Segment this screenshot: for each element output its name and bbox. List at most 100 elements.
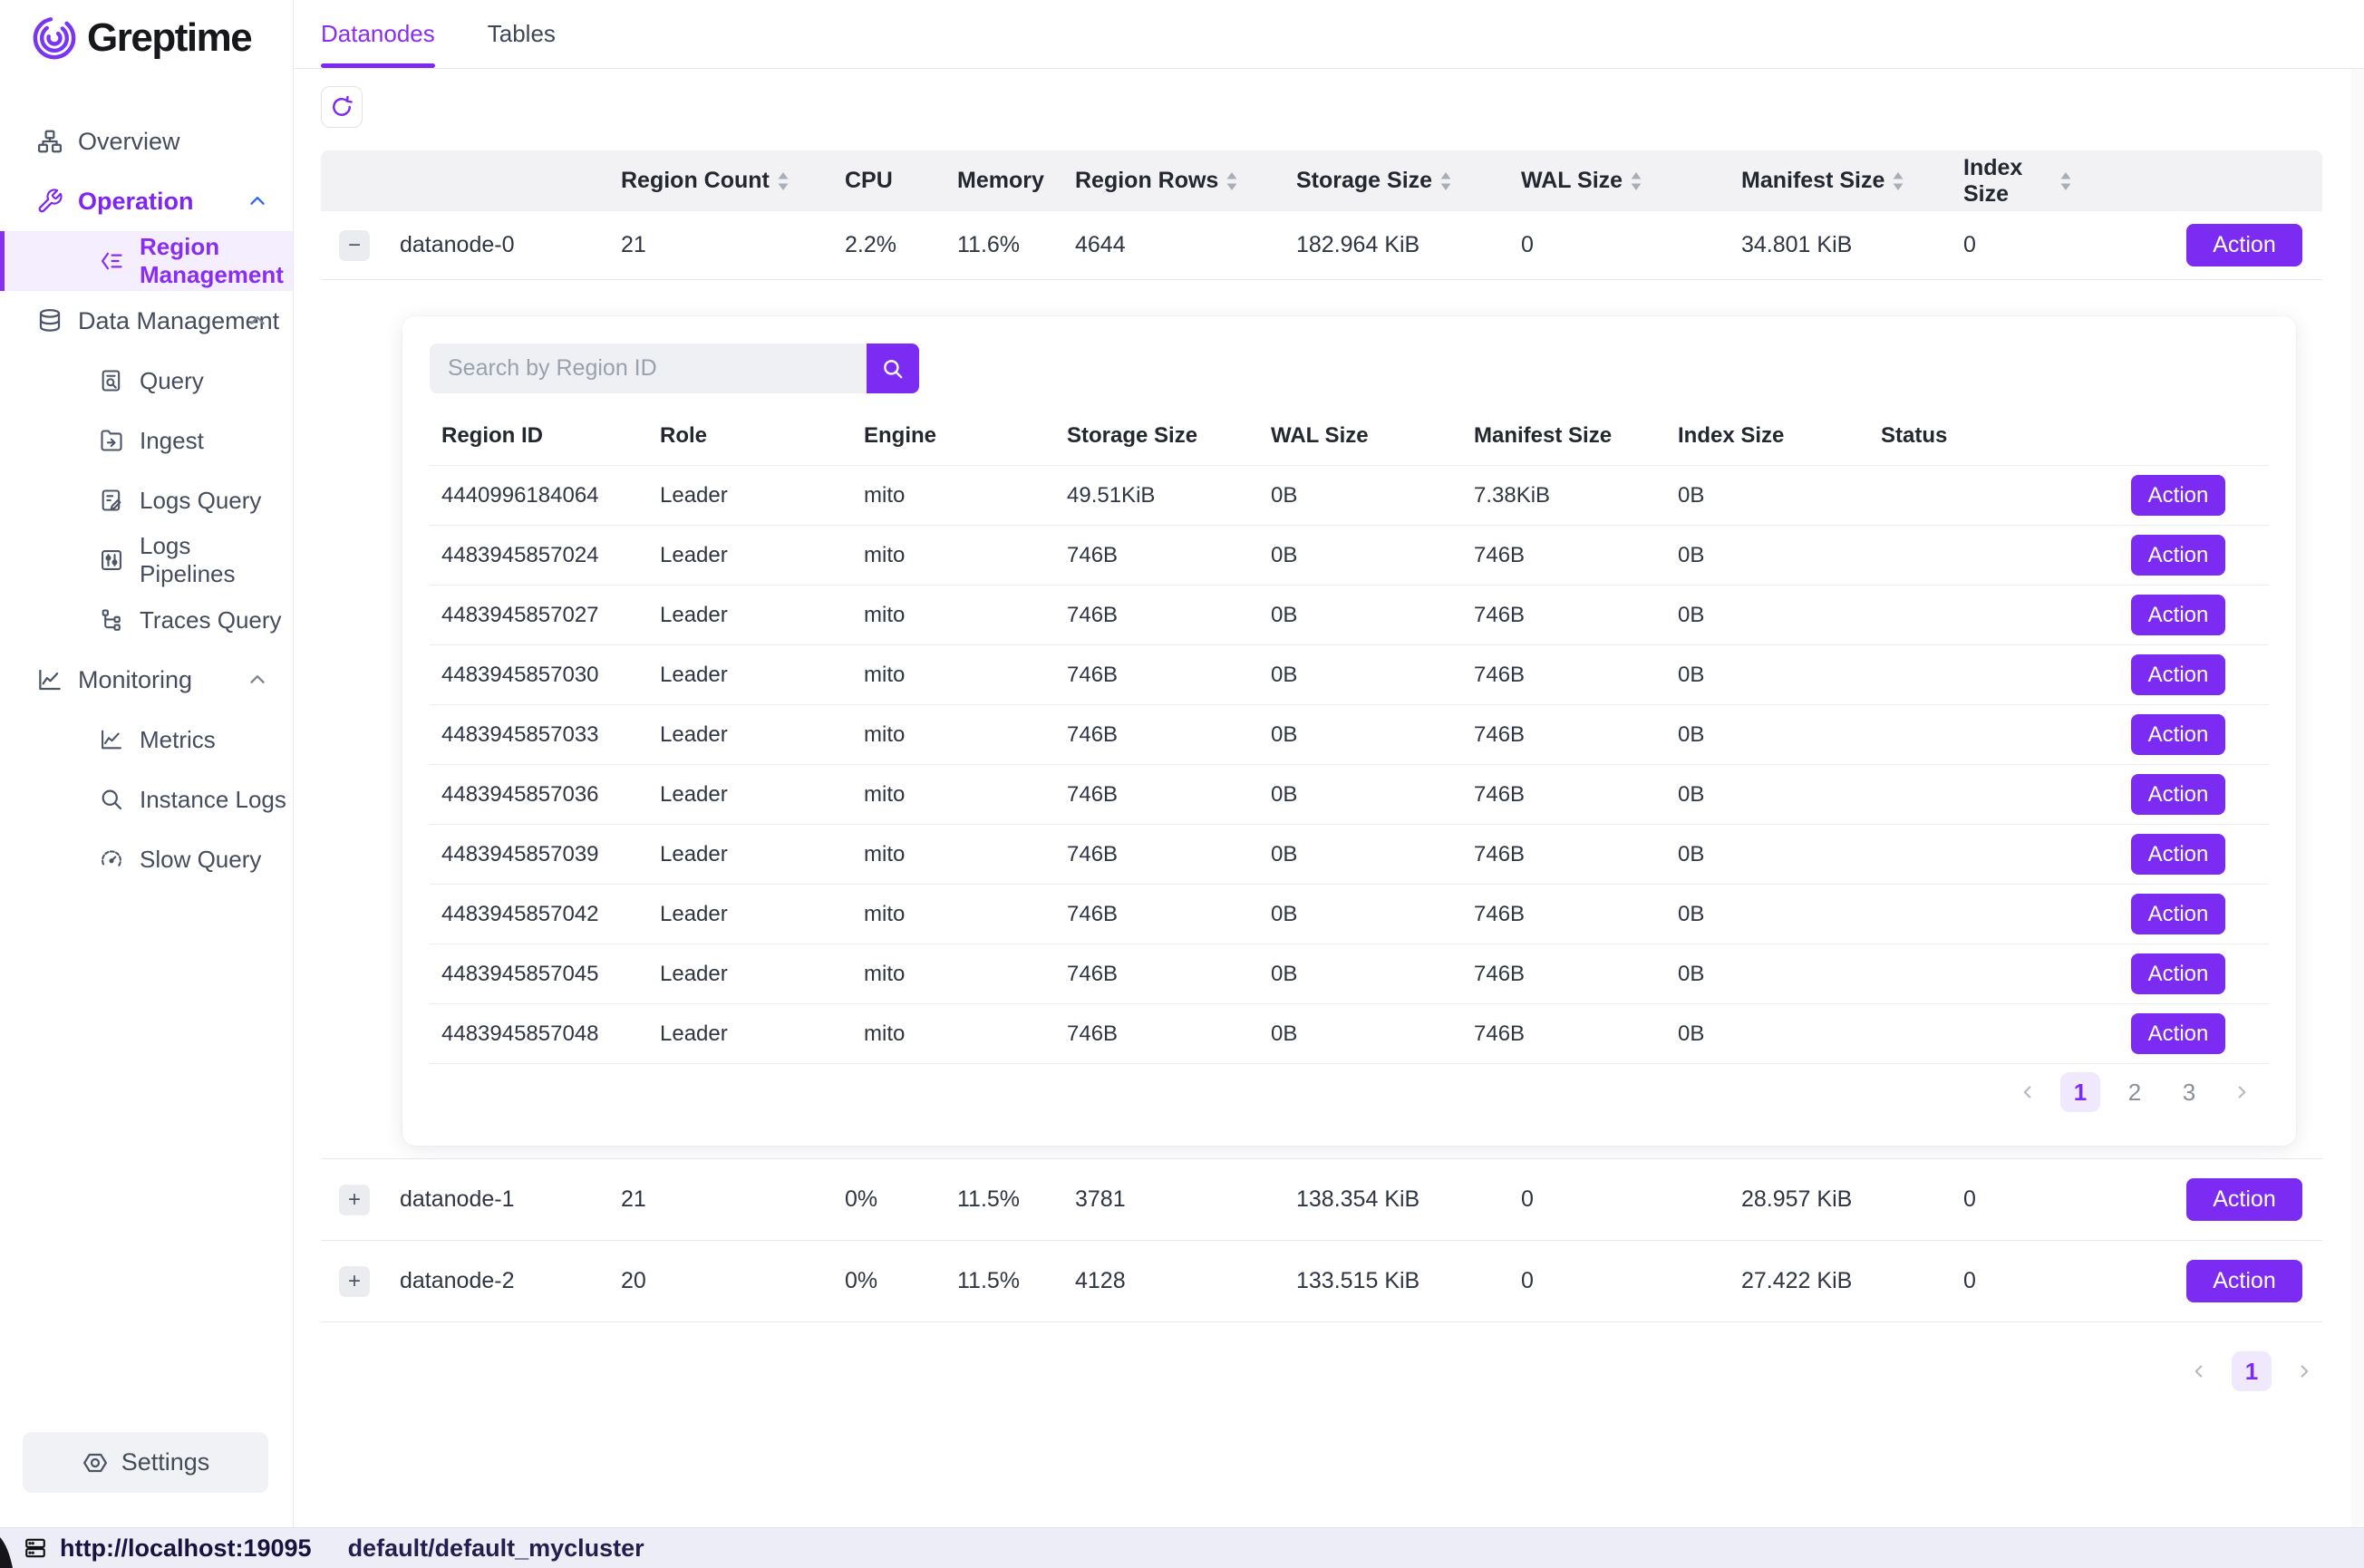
wrench-icon bbox=[36, 188, 63, 215]
expand-button[interactable]: + bbox=[339, 1266, 370, 1297]
column-header-index-size: Index Size bbox=[1666, 423, 1869, 449]
sidebar-item-label: Query bbox=[140, 367, 204, 395]
region-action-button[interactable]: Action bbox=[2131, 774, 2225, 815]
next-page-button[interactable] bbox=[2286, 1351, 2322, 1391]
column-header-storage-size[interactable]: Storage Size bbox=[1296, 168, 1521, 194]
column-header-region-rows[interactable]: Region Rows bbox=[1075, 168, 1296, 194]
region-panel: Region ID Role Engine Storage Size WAL S… bbox=[321, 280, 2322, 1159]
document-search-icon bbox=[98, 368, 125, 393]
region-action-button[interactable]: Action bbox=[2131, 834, 2225, 875]
scrollbar-gutter[interactable] bbox=[2351, 69, 2364, 1527]
sidebar-item-label: Metrics bbox=[140, 726, 216, 754]
gauge-icon bbox=[98, 847, 125, 872]
datanode-action-button[interactable]: Action bbox=[2186, 1178, 2302, 1221]
region-action-button[interactable]: Action bbox=[2131, 535, 2225, 576]
status-bar: http://localhost:19095 default/default_m… bbox=[0, 1527, 2364, 1568]
tab-datanodes[interactable]: Datanodes bbox=[321, 0, 435, 68]
chevron-right-icon bbox=[2294, 1361, 2314, 1381]
chevron-up-icon[interactable] bbox=[246, 189, 269, 213]
sidebar-item-label: Operation bbox=[78, 188, 194, 216]
region-row: 4483945857027 Leader mito 746B 0B 746B 0… bbox=[430, 586, 2269, 645]
search-icon bbox=[881, 357, 905, 381]
page-button-3[interactable]: 3 bbox=[2169, 1072, 2209, 1112]
column-header-cpu: CPU bbox=[845, 168, 957, 194]
sidebar-item-label: Region Management bbox=[140, 233, 293, 289]
region-action-button[interactable]: Action bbox=[2131, 654, 2225, 695]
refresh-icon bbox=[329, 94, 354, 120]
region-search-input[interactable] bbox=[430, 344, 867, 393]
content: Region Count CPU Memory Region Rows bbox=[294, 69, 2364, 1527]
sidebar-item-instance-logs[interactable]: Instance Logs bbox=[0, 769, 293, 829]
metrics-chart-icon bbox=[98, 727, 125, 752]
brand-name: Greptime bbox=[87, 15, 251, 61]
sort-icon[interactable] bbox=[1892, 171, 1904, 191]
expand-button[interactable]: + bbox=[339, 1185, 370, 1215]
column-header-index-size[interactable]: Index Size bbox=[1963, 155, 2072, 208]
column-header-manifest-size[interactable]: Manifest Size bbox=[1741, 168, 1963, 194]
datanode-action-button[interactable]: Action bbox=[2186, 1260, 2302, 1302]
collapse-button[interactable]: − bbox=[339, 230, 370, 261]
tabbar: Datanodes Tables bbox=[294, 0, 2364, 69]
previous-page-button[interactable] bbox=[2181, 1351, 2217, 1391]
sidebar-nav: Overview Operation bbox=[0, 62, 293, 889]
column-header-region-id: Region ID bbox=[430, 423, 648, 449]
page-button-1[interactable]: 1 bbox=[2060, 1072, 2100, 1112]
sidebar-item-region-management[interactable]: Region Management bbox=[0, 231, 293, 291]
sort-icon[interactable] bbox=[1439, 171, 1452, 191]
datanodes-pagination: 1 bbox=[321, 1351, 2322, 1391]
column-header-engine: Engine bbox=[852, 423, 1055, 449]
sidebar-item-overview[interactable]: Overview bbox=[0, 111, 293, 171]
sidebar-item-logs-pipelines[interactable]: Logs Pipelines bbox=[0, 530, 293, 590]
datanode-row: + datanode-1 21 0% 11.5% 3781 138.354 Ki… bbox=[321, 1159, 2322, 1241]
line-chart-icon bbox=[36, 666, 63, 693]
sidebar-item-query[interactable]: Query bbox=[0, 351, 293, 411]
sidebar-item-operation[interactable]: Operation bbox=[0, 171, 293, 231]
sidebar-item-monitoring[interactable]: Monitoring bbox=[0, 650, 293, 710]
page-button-1[interactable]: 1 bbox=[2232, 1351, 2272, 1391]
column-header-memory: Memory bbox=[957, 168, 1075, 194]
region-row: 4483945857036 Leader mito 746B 0B 746B 0… bbox=[430, 765, 2269, 825]
sidebar-item-slow-query[interactable]: Slow Query bbox=[0, 829, 293, 889]
sort-icon[interactable] bbox=[1630, 171, 1642, 191]
chevron-up-icon[interactable] bbox=[246, 668, 269, 692]
sidebar-item-metrics[interactable]: Metrics bbox=[0, 710, 293, 769]
region-row: 4483945857030 Leader mito 746B 0B 746B 0… bbox=[430, 645, 2269, 705]
sidebar-item-label: Logs Query bbox=[140, 487, 261, 515]
sort-icon[interactable] bbox=[1226, 171, 1238, 191]
region-action-button[interactable]: Action bbox=[2131, 1013, 2225, 1054]
sidebar-item-logs-query[interactable]: Logs Query bbox=[0, 470, 293, 530]
region-action-button[interactable]: Action bbox=[2131, 953, 2225, 994]
column-header-wal-size[interactable]: WAL Size bbox=[1521, 168, 1741, 194]
chevron-up-icon[interactable] bbox=[246, 309, 269, 333]
tree-icon bbox=[98, 607, 125, 633]
chevron-left-icon bbox=[2189, 1361, 2209, 1381]
search-button[interactable] bbox=[867, 344, 919, 393]
region-action-button[interactable]: Action bbox=[2131, 475, 2225, 516]
sort-icon[interactable] bbox=[777, 171, 790, 191]
sort-icon[interactable] bbox=[2059, 171, 2072, 191]
column-header-region-count[interactable]: Region Count bbox=[621, 168, 845, 194]
sliders-icon bbox=[98, 547, 125, 573]
settings-button[interactable]: Settings bbox=[23, 1432, 268, 1493]
region-searchbar bbox=[430, 344, 919, 393]
region-action-button[interactable]: Action bbox=[2131, 595, 2225, 635]
region-row: 4483945857048 Leader mito 746B 0B 746B 0… bbox=[430, 1004, 2269, 1064]
datanode-name: datanode-2 bbox=[400, 1268, 621, 1294]
sidebar-item-ingest[interactable]: Ingest bbox=[0, 411, 293, 470]
app: Greptime Overview Operation bbox=[0, 0, 2364, 1527]
sidebar-item-traces-query[interactable]: Traces Query bbox=[0, 590, 293, 650]
datanode-action-button[interactable]: Action bbox=[2186, 224, 2302, 266]
region-action-button[interactable]: Action bbox=[2131, 714, 2225, 755]
refresh-button[interactable] bbox=[321, 86, 363, 128]
datanodes-header-row: Region Count CPU Memory Region Rows bbox=[321, 150, 2322, 211]
sidebar-item-label: Monitoring bbox=[78, 666, 192, 694]
previous-page-button[interactable] bbox=[2010, 1072, 2046, 1112]
sidebar: Greptime Overview Operation bbox=[0, 0, 294, 1527]
region-action-button[interactable]: Action bbox=[2131, 894, 2225, 934]
region-row: 4440996184064 Leader mito 49.51KiB 0B 7.… bbox=[430, 466, 2269, 526]
page-button-2[interactable]: 2 bbox=[2115, 1072, 2155, 1112]
sidebar-item-data-management[interactable]: Data Management bbox=[0, 291, 293, 351]
tab-tables[interactable]: Tables bbox=[488, 0, 556, 68]
brand-logo: Greptime bbox=[0, 0, 293, 62]
next-page-button[interactable] bbox=[2224, 1072, 2260, 1112]
